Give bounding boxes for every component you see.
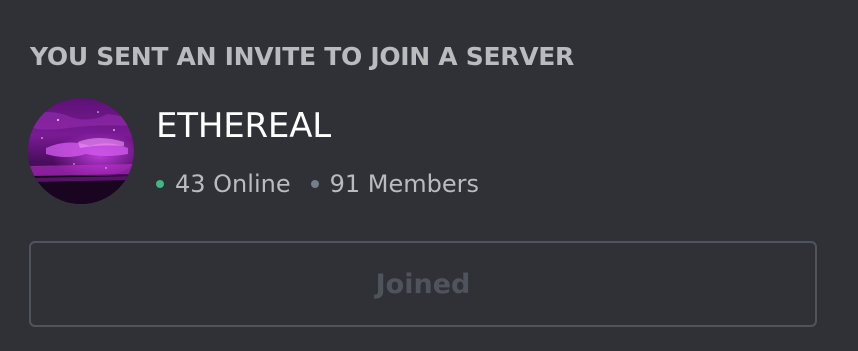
invite-card: YOU SENT AN INVITE TO JOIN A SERVER ETHE… [0,0,858,351]
members-dot-icon [310,180,319,188]
invite-header: YOU SENT AN INVITE TO JOIN A SERVER [30,42,574,71]
server-name: ETHEREAL [156,106,332,146]
online-dot-icon [156,180,164,188]
joined-button[interactable]: Joined [29,241,817,327]
member-count: 91 Members [329,170,479,198]
server-avatar-icon[interactable] [28,98,134,204]
server-stats: 43 Online 91 Members [156,168,479,200]
online-count: 43 Online [175,170,291,198]
